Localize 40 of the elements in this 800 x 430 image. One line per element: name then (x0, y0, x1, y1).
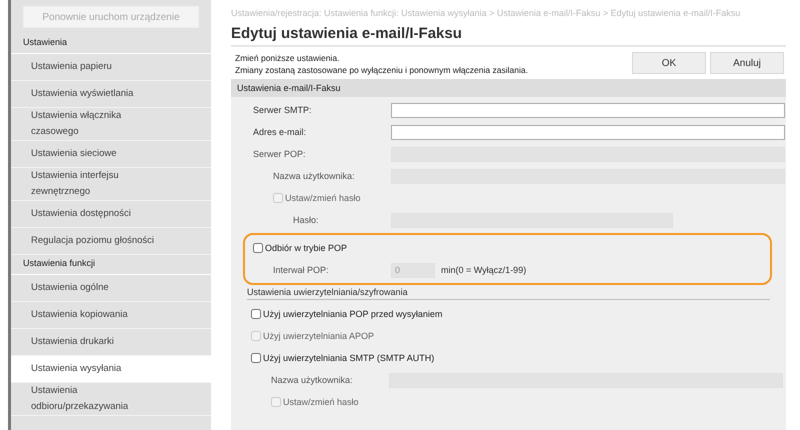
checkbox[interactable] (253, 243, 263, 253)
sidebar-item[interactable]: Ustawienia dostępności (11, 201, 211, 228)
sidebar-item[interactable]: Ustawienia odbioru/przekazywania (11, 383, 211, 416)
checkbox-label: Użyj uwierzytelniania POP przed wysyłaniem (263, 309, 442, 319)
field-label: Nazwa użytkownika: (273, 171, 356, 181)
ok-button[interactable]: OK (632, 52, 706, 74)
cancel-button[interactable]: Anuluj (710, 52, 784, 74)
instruction-text: Zmień poniższe ustawienia. (235, 52, 340, 64)
sidebar-item[interactable]: Ustawienia włącznika czasowego (11, 108, 211, 141)
field-label: Adres e-mail: (253, 127, 308, 137)
field-label: Nazwa użytkownika: (271, 375, 354, 385)
sidebar-heading: Ustawienia funkcji (11, 255, 211, 275)
page-title: Edytuj ustawienia e-mail/I-Faksu (231, 25, 786, 47)
field-label: Serwer SMTP: (253, 105, 313, 115)
subsection-heading: Ustawienia uwierzytelniania/szyfrowania (247, 285, 770, 300)
checkbox[interactable] (251, 309, 261, 319)
sidebar-item[interactable]: Ustawienia interfejsu zewnętrznego (11, 168, 211, 201)
breadcrumb: Ustawienia/rejestracja: Ustawienia funkcji: Ustawienia wysyłania > Ustawienia e-mail/I-Faksu > Edytuj ustawienia e-mail/I-Faksu (231, 8, 742, 19)
sidebar-heading: Ustawienia (11, 34, 211, 54)
input-field[interactable] (391, 102, 785, 118)
instruction-text: Zmiany zostaną zastosowane po wyłączeniu i ponownym włączenia zasilania. (235, 64, 528, 76)
checkbox-label: Użyj uwierzytelniania SMTP (SMTP AUTH) (263, 353, 434, 363)
checkbox-label: Użyj uwierzytelniania APOP (263, 331, 374, 341)
sidebar-item[interactable]: Ustawienia sieciowe (11, 141, 211, 168)
input-field[interactable] (391, 124, 785, 140)
sidebar-item[interactable]: Ustawienia papieru (11, 54, 211, 81)
sidebar-item[interactable]: Regulacja poziomu głośności (11, 228, 211, 255)
field-label: Hasło: (293, 215, 320, 225)
sidebar-item[interactable]: Ustawienia wyświetlania (11, 81, 211, 108)
checkbox[interactable] (251, 353, 261, 363)
checkbox-label: Odbiór w trybie POP (265, 243, 348, 253)
unit-text: min(0 = Wyłącz/1-99) (441, 265, 526, 275)
sidebar-item[interactable]: Ustawienia kopiowania (11, 302, 211, 329)
field-label: Interwał POP: (273, 265, 330, 275)
checkbox-label: Ustaw/zmień hasło (285, 193, 361, 203)
section-heading: Ustawienia e-mail/I-Faksu (231, 79, 786, 97)
sidebar-item[interactable]: Ustawienia ogólne (11, 275, 211, 302)
field-label: Serwer POP: (253, 149, 307, 159)
checkbox-label: Ustaw/zmień hasło (283, 397, 359, 407)
sidebar-item[interactable]: Ustawienia wysyłania (11, 356, 211, 383)
